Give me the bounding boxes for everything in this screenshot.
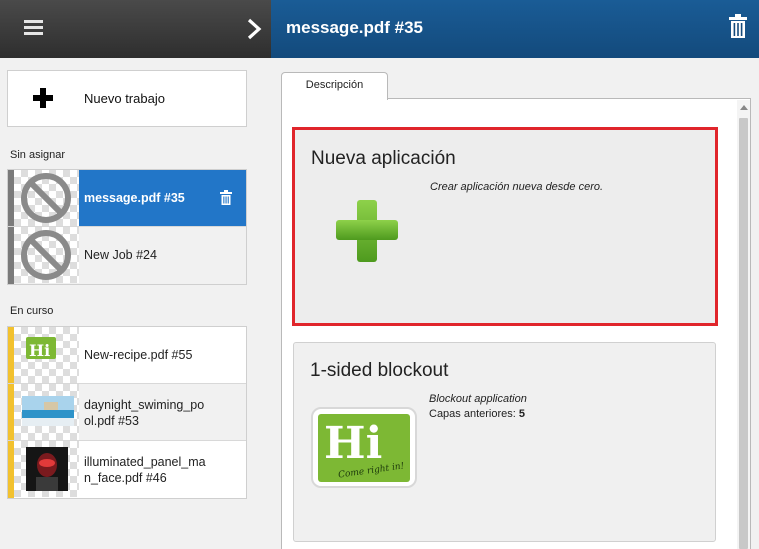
job-thumbnail [14, 384, 79, 440]
job-thumbnail [14, 227, 79, 283]
job-label: illuminated_panel_ma n_face.pdf #46 [84, 455, 206, 485]
blockout-card[interactable]: 1-sided blockout Blockout application Ca… [293, 342, 716, 542]
previous-layers-value: 5 [518, 408, 526, 420]
new-application-card[interactable]: Nueva aplicación Crear aplicación nueva … [292, 127, 718, 326]
no-preview-icon [21, 173, 71, 223]
job-item-new-recipe[interactable]: Hi New-recipe.pdf #55 [8, 327, 246, 384]
svg-text:Hi: Hi [29, 341, 50, 360]
job-thumbnail [14, 441, 79, 497]
hi-logo: Hi Come right in! [311, 407, 417, 488]
new-job-label: Nuevo trabajo [84, 91, 165, 106]
hi-logo-text: Hi [324, 418, 383, 469]
job-thumbnail: Hi [14, 327, 79, 383]
hi-logo-inner: Hi Come right in! [318, 414, 410, 482]
content-header: message.pdf #35 [271, 0, 759, 58]
face-image-thumbnail [26, 447, 68, 491]
job-label: message.pdf #35 [84, 191, 185, 205]
scroll-up-arrow-icon[interactable] [740, 105, 748, 110]
page-title: message.pdf #35 [286, 18, 424, 37]
card-description: Blockout application [429, 393, 527, 405]
sidebar: Nuevo trabajo Sin asignar message.pdf #3… [0, 0, 271, 549]
chevron-right-icon[interactable] [244, 18, 264, 40]
job-label: New-recipe.pdf #55 [84, 348, 193, 362]
job-label: daynight_swiming_po ol.pdf #53 [84, 398, 205, 428]
card-title: 1-sided blockout [310, 360, 449, 381]
job-label: New Job #24 [84, 248, 157, 262]
unassigned-job-list: message.pdf #35 New Job #24 [7, 169, 247, 285]
in-progress-job-list: Hi New-recipe.pdf #55 daynight_swiming_p… [7, 326, 247, 499]
no-preview-icon [21, 230, 71, 280]
job-item-illuminated-panel[interactable]: illuminated_panel_ma n_face.pdf #46 [8, 441, 246, 498]
plus-icon [33, 88, 53, 108]
previous-layers: Capas anteriores: 5 [429, 408, 525, 420]
card-description: Crear aplicación nueva desde cero. [430, 181, 604, 193]
hi-logo-thumbnail: Hi [26, 337, 56, 360]
sidebar-header [0, 0, 271, 58]
scrollbar-thumb[interactable] [739, 118, 748, 549]
trash-icon[interactable] [729, 14, 747, 38]
pool-image-thumbnail [22, 396, 74, 426]
trash-icon[interactable] [220, 190, 232, 205]
section-label-unassigned: Sin asignar [10, 149, 66, 161]
tab-descripcion[interactable]: Descripción [281, 72, 388, 100]
job-item-new-job[interactable]: New Job #24 [8, 227, 246, 284]
scrollbar[interactable] [737, 100, 750, 549]
green-plus-icon [336, 200, 398, 262]
new-job-button[interactable]: Nuevo trabajo [7, 70, 247, 127]
job-thumbnail [14, 170, 79, 226]
card-title: Nueva aplicación [311, 148, 456, 169]
section-label-in-progress: En curso [10, 305, 54, 317]
hamburger-menu-icon[interactable] [24, 20, 43, 36]
previous-layers-label: Capas anteriores: [429, 408, 516, 420]
job-item-daynight[interactable]: daynight_swiming_po ol.pdf #53 [8, 384, 246, 441]
job-item-message[interactable]: message.pdf #35 [8, 170, 246, 227]
